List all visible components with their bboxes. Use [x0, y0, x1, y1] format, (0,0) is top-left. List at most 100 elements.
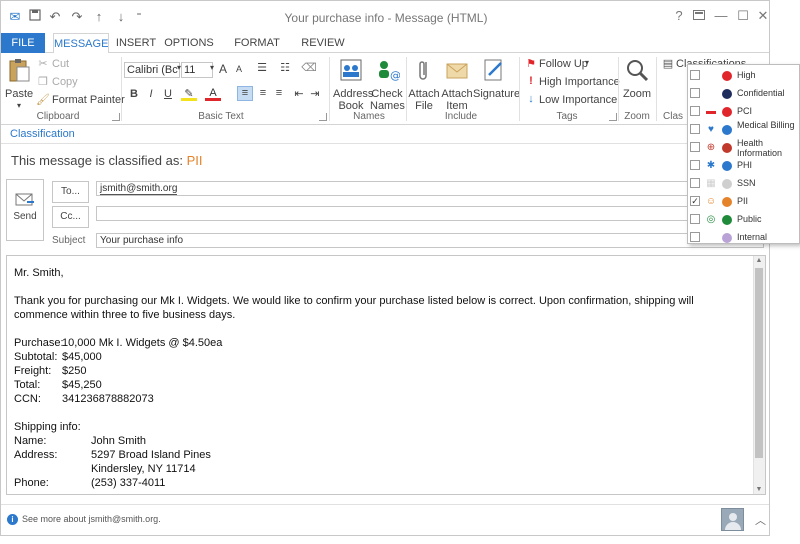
- format-painter-button[interactable]: Format Painter: [52, 94, 125, 106]
- svg-text:@: @: [390, 69, 400, 82]
- tags-launcher-icon[interactable]: [609, 113, 617, 121]
- align-right-icon[interactable]: ≡: [271, 87, 287, 99]
- tab-format-text[interactable]: FORMAT TEXT: [219, 33, 295, 69]
- to-button[interactable]: To...: [52, 181, 89, 203]
- scroll-thumb[interactable]: [755, 268, 763, 458]
- send-button[interactable]: Send: [6, 179, 44, 241]
- bold-button[interactable]: B: [126, 88, 142, 100]
- low-importance-button[interactable]: Low Importance: [539, 94, 617, 106]
- avatar[interactable]: [721, 508, 744, 531]
- clear-formatting-icon[interactable]: ⌫: [301, 61, 317, 74]
- classification-checkbox[interactable]: [690, 214, 700, 224]
- cc-button[interactable]: Cc...: [52, 206, 89, 228]
- classification-checkbox[interactable]: [690, 142, 700, 152]
- shrink-font-icon[interactable]: A: [231, 64, 247, 74]
- italic-button[interactable]: I: [143, 88, 159, 100]
- zoom-button[interactable]: Zoom: [622, 57, 652, 100]
- numbering-icon[interactable]: ☷: [277, 61, 293, 74]
- detail-key: Total:: [14, 379, 41, 391]
- bullets-icon[interactable]: ☰: [254, 61, 270, 74]
- greeting: Mr. Smith,: [14, 267, 64, 279]
- classification-checkbox[interactable]: [690, 178, 700, 188]
- see-more-link[interactable]: See more about jsmith@smith.org.: [22, 514, 161, 524]
- classification-option-confidential[interactable]: Confidential: [688, 85, 800, 103]
- classification-checkbox[interactable]: [690, 70, 700, 80]
- detail-value: 5297 Broad Island Pines: [91, 449, 211, 461]
- classification-option-phi[interactable]: ✱ PHI: [688, 157, 800, 175]
- copy-button[interactable]: Copy: [52, 76, 78, 88]
- pii-icon: ☺: [705, 196, 717, 207]
- attach-file-label-1: Attach: [408, 88, 440, 100]
- check-names-button[interactable]: @ Check Names: [370, 57, 405, 112]
- minimize-button[interactable]: —: [711, 7, 731, 25]
- help-button[interactable]: ?: [669, 7, 689, 25]
- shipping-title: Shipping info:: [14, 421, 81, 433]
- cut-button[interactable]: Cut: [52, 58, 69, 70]
- classification-option-public[interactable]: ◎ Public: [688, 211, 800, 229]
- follow-up-dropdown-icon[interactable]: ▾: [579, 58, 595, 67]
- attach-file-button[interactable]: Attach File: [408, 57, 440, 112]
- tab-review[interactable]: REVIEW: [299, 33, 347, 53]
- classification-color-dot: [722, 215, 732, 225]
- tab-insert[interactable]: INSERT: [113, 33, 159, 53]
- classification-option-pci[interactable]: ▬ PCI: [688, 103, 800, 121]
- classification-option-label: Health Information: [737, 138, 783, 158]
- detail-row: Purchase: 10,000 Mk I. Widgets @ $4.50ea: [14, 336, 749, 350]
- ribbon-display-button[interactable]: [689, 7, 709, 25]
- font-color-icon[interactable]: A: [205, 87, 221, 101]
- classification-link[interactable]: Classification: [10, 128, 75, 140]
- classification-checkbox[interactable]: [690, 160, 700, 170]
- paste-button[interactable]: Paste ▾: [5, 57, 33, 112]
- avatar-body: [725, 522, 741, 530]
- detail-value: $45,000: [62, 351, 102, 363]
- ribbon: Paste ▾ ✂ Cut ❐ Copy 🖌 Format Painter Cl…: [1, 53, 769, 125]
- scroll-up-icon[interactable]: ▲: [755, 257, 763, 264]
- basic-text-launcher-icon[interactable]: [319, 113, 327, 121]
- grow-font-icon[interactable]: A: [215, 62, 231, 76]
- detail-value: Kindersley, NY 11714: [91, 463, 196, 475]
- address-book-button[interactable]: Address Book: [333, 57, 373, 112]
- increase-indent-icon[interactable]: ⇥: [307, 87, 323, 100]
- clipboard-launcher-icon[interactable]: [112, 113, 120, 121]
- classification-checkbox[interactable]: ✓: [690, 196, 700, 206]
- classification-checkbox[interactable]: [690, 124, 700, 134]
- decrease-indent-icon[interactable]: ⇤: [291, 87, 307, 100]
- subject-field[interactable]: Your purchase info: [96, 233, 764, 248]
- cc-field[interactable]: [96, 206, 764, 221]
- scroll-down-icon[interactable]: ▼: [755, 486, 763, 493]
- maximize-button[interactable]: ☐: [733, 7, 753, 25]
- message-body[interactable]: Mr. Smith, Thank you for purchasing our …: [6, 255, 766, 495]
- chevron-up-icon[interactable]: ︿: [755, 512, 766, 528]
- tab-options[interactable]: OPTIONS: [163, 33, 215, 53]
- detail-row: Subtotal: $45,000: [14, 350, 749, 364]
- tab-message[interactable]: MESSAGE: [53, 33, 109, 54]
- align-left-icon[interactable]: ≡: [237, 86, 253, 101]
- classification-option-internal[interactable]: Internal: [688, 229, 800, 247]
- tab-file[interactable]: FILE: [1, 33, 45, 53]
- align-center-icon[interactable]: ≡: [255, 87, 271, 99]
- classification-option-health-information[interactable]: ⊕ Health Information: [688, 138, 800, 158]
- underline-button[interactable]: U: [160, 88, 176, 100]
- close-button[interactable]: ✕: [753, 7, 769, 25]
- classification-option-ssn[interactable]: ▦ SSN: [688, 175, 800, 193]
- classifications-icon: ▤: [662, 58, 674, 70]
- classification-option-high[interactable]: High: [688, 67, 800, 85]
- paste-icon: [9, 59, 30, 82]
- attach-item-button[interactable]: Attach Item: [440, 57, 474, 112]
- signature-button[interactable]: Signature: [473, 57, 520, 100]
- highlight-icon[interactable]: ✎: [181, 87, 197, 101]
- signature-icon: [484, 59, 502, 81]
- detail-value: 10,000 Mk I. Widgets @ $4.50ea: [62, 337, 223, 349]
- classification-checkbox[interactable]: [690, 232, 700, 242]
- message-body-text[interactable]: Mr. Smith, Thank you for purchasing our …: [14, 266, 749, 490]
- high-icon: [705, 70, 717, 81]
- high-importance-button[interactable]: High Importance: [539, 76, 620, 88]
- body-scrollbar[interactable]: ▲ ▼: [753, 256, 765, 494]
- classification-checkbox[interactable]: [690, 88, 700, 98]
- classification-option-pii[interactable]: ✓ ☺ PII: [688, 193, 800, 211]
- classification-checkbox[interactable]: [690, 106, 700, 116]
- recipient-chip[interactable]: jsmith@smith.org: [100, 183, 178, 195]
- detail-row: Freight: $250: [14, 364, 749, 378]
- to-field[interactable]: jsmith@smith.org: [96, 181, 764, 196]
- classification-option-medical-billing[interactable]: ♥ Medical Billing: [688, 120, 800, 139]
